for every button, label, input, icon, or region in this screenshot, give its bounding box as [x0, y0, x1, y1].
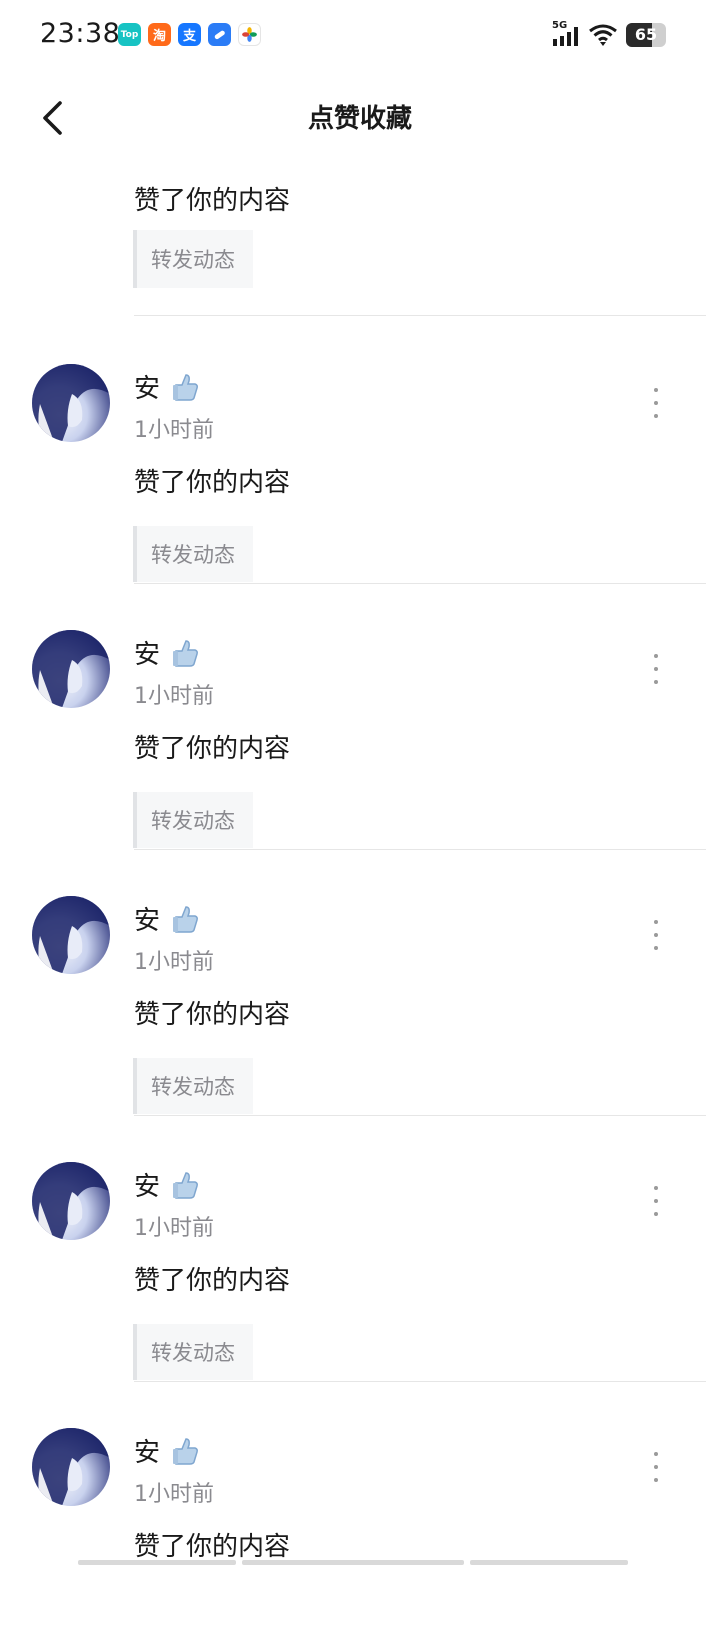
user-name[interactable]: 安: [134, 1432, 160, 1469]
user-name[interactable]: 安: [134, 634, 160, 671]
status-indicators: 5G 65: [552, 20, 666, 48]
status-bar: 23:38 Top 淘 支 5G 65: [0, 0, 720, 70]
photos-icon: [238, 23, 261, 46]
user-name[interactable]: 安: [134, 368, 160, 405]
quoted-content[interactable]: 转发动态: [133, 1324, 253, 1380]
avatar[interactable]: [32, 1162, 110, 1240]
user-line: 安: [134, 900, 200, 937]
browser-icon: [208, 23, 231, 46]
avatar[interactable]: [32, 1428, 110, 1506]
thumbs-up-badge-icon: [173, 373, 199, 401]
user-line: 安: [134, 368, 200, 405]
quoted-content-text: 转发动态: [151, 1341, 235, 1365]
list-item[interactable]: 赞了你的内容 转发动态: [0, 150, 720, 316]
thumbs-up-badge-icon: [173, 639, 199, 667]
status-time: 23:38: [40, 18, 121, 49]
top-nav-bar: 点赞收藏: [0, 86, 720, 150]
user-line: 安: [134, 1166, 200, 1203]
notification-action-text: 赞了你的内容: [134, 468, 291, 498]
quoted-content[interactable]: 转发动态: [133, 792, 253, 848]
wifi-icon: [589, 24, 617, 46]
quoted-content-text: 转发动态: [151, 543, 235, 567]
timestamp: 1小时前: [134, 418, 214, 443]
list-item[interactable]: 安 1小时前 赞了你的内容 转发动态: [0, 316, 720, 584]
more-options-button[interactable]: [642, 1186, 670, 1216]
more-options-button[interactable]: [642, 1452, 670, 1482]
timestamp: 1小时前: [134, 1216, 214, 1241]
quoted-content[interactable]: 转发动态: [133, 1058, 253, 1114]
toutiao-top-icon: Top: [118, 23, 141, 46]
notification-action-text: 赞了你的内容: [134, 1266, 291, 1296]
notification-feed: 赞了你的内容 转发动态 安 1小时前 赞了你的内容 转发动态 安 1小时前 赞了…: [0, 150, 720, 1646]
quoted-content[interactable]: 转发动态: [133, 526, 253, 582]
list-item[interactable]: 安 1小时前 赞了你的内容 转发动态: [0, 848, 720, 1116]
thumbs-up-badge-icon: [173, 1437, 199, 1465]
list-item[interactable]: 安 1小时前 赞了你的内容: [0, 1380, 720, 1646]
more-options-button[interactable]: [642, 920, 670, 950]
alipay-icon: 支: [178, 23, 201, 46]
battery-indicator: 65: [626, 23, 666, 47]
more-options-button[interactable]: [642, 654, 670, 684]
timestamp: 1小时前: [134, 950, 214, 975]
page-title: 点赞收藏: [307, 104, 412, 134]
user-name[interactable]: 安: [134, 1166, 160, 1203]
notification-action-text: 赞了你的内容: [134, 1532, 291, 1562]
bottom-scroll-indicator: [78, 1560, 628, 1565]
user-line: 安: [134, 1432, 200, 1469]
list-item[interactable]: 安 1小时前 赞了你的内容 转发动态: [0, 582, 720, 850]
cellular-signal-icon: 5G: [552, 20, 580, 48]
notification-action-text: 赞了你的内容: [134, 1000, 291, 1030]
thumbs-up-badge-icon: [173, 1171, 199, 1199]
more-options-button[interactable]: [642, 388, 670, 418]
avatar[interactable]: [32, 364, 110, 442]
list-item[interactable]: 安 1小时前 赞了你的内容 转发动态: [0, 1114, 720, 1382]
thumbs-up-badge-icon: [173, 905, 199, 933]
timestamp: 1小时前: [134, 1482, 214, 1507]
avatar[interactable]: [32, 896, 110, 974]
taobao-icon: 淘: [148, 23, 171, 46]
user-line: 安: [134, 634, 200, 671]
quoted-content-text: 转发动态: [151, 248, 235, 272]
quoted-content-text: 转发动态: [151, 1075, 235, 1099]
quoted-content[interactable]: 转发动态: [133, 230, 253, 288]
notification-action-text: 赞了你的内容: [134, 186, 291, 216]
quoted-content-text: 转发动态: [151, 809, 235, 833]
notification-action-text: 赞了你的内容: [134, 734, 291, 764]
timestamp: 1小时前: [134, 684, 214, 709]
avatar[interactable]: [32, 630, 110, 708]
notification-app-icons: Top 淘 支: [118, 23, 261, 46]
user-name[interactable]: 安: [134, 900, 160, 937]
